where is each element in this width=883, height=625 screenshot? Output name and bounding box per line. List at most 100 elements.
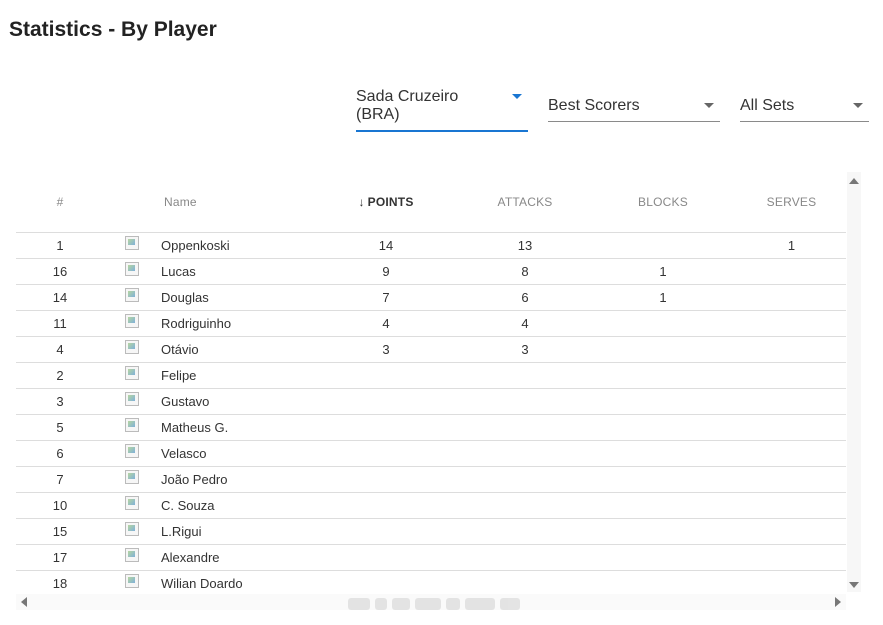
caret-down-icon (853, 103, 863, 108)
player-number: 4 (56, 342, 64, 357)
table-row: 15 L.Rigui (16, 519, 846, 545)
player-points: 4 (382, 316, 390, 331)
player-attacks (461, 415, 589, 441)
player-name: Otávio (161, 342, 199, 357)
player-attacks: 3 (521, 342, 529, 357)
player-photo-cell (104, 545, 139, 571)
column-header-name[interactable]: Name (104, 172, 311, 233)
player-photo-cell (104, 363, 139, 389)
player-name: Lucas (161, 264, 196, 279)
player-attacks (461, 493, 589, 519)
scroll-left-icon[interactable] (21, 597, 27, 607)
team-select[interactable]: Sada Cruzeiro (BRA) (356, 86, 528, 132)
broken-image-icon (125, 522, 139, 537)
player-points: 7 (382, 290, 390, 305)
column-header-serves[interactable]: SERVES (737, 172, 846, 233)
player-number: 16 (52, 264, 68, 279)
table-header-row: # Name ↓ POINTS ATTACKS BLOCKS SERVES (16, 172, 846, 233)
player-attacks: 8 (521, 264, 529, 279)
broken-image-icon (125, 496, 139, 511)
player-attacks (461, 545, 589, 571)
player-serves (737, 415, 846, 441)
column-header-points[interactable]: ↓ POINTS (311, 172, 461, 233)
stat-type-select[interactable]: Best Scorers (548, 95, 720, 122)
player-points (311, 441, 461, 467)
player-serves (737, 337, 846, 363)
player-name: Oppenkoski (161, 238, 230, 253)
column-header-number[interactable]: # (16, 172, 104, 233)
table-body: 1 Oppenkoski 14 13 1 16 Lucas 9 8 1 14 Douglas 7 6 1 11… (16, 233, 846, 593)
player-points (311, 389, 461, 415)
scroll-down-icon[interactable] (849, 582, 859, 588)
player-photo-cell (104, 389, 139, 415)
player-serves (737, 467, 846, 493)
player-stats-table-container: # Name ↓ POINTS ATTACKS BLOCKS SERVES 1 Op… (16, 172, 846, 592)
player-serves (737, 285, 846, 311)
broken-image-icon (125, 418, 139, 433)
player-attacks: 6 (521, 290, 529, 305)
player-name: Gustavo (161, 394, 210, 409)
player-attacks (461, 363, 589, 389)
player-number: 5 (56, 420, 64, 435)
broken-image-icon (125, 314, 139, 329)
player-number: 18 (52, 576, 68, 591)
player-serves (737, 311, 846, 337)
sets-select-value: All Sets (740, 97, 795, 114)
table-row: 11 Rodriguinho 4 4 (16, 311, 846, 337)
player-name: Velasco (161, 446, 207, 461)
player-photo-cell (104, 571, 139, 593)
vertical-scrollbar[interactable] (847, 172, 861, 592)
player-name: Felipe (161, 368, 197, 383)
player-blocks (589, 519, 737, 545)
broken-image-icon (125, 574, 139, 589)
player-serves (737, 519, 846, 545)
column-header-blocks[interactable]: BLOCKS (589, 172, 737, 233)
caret-down-icon (704, 103, 714, 108)
player-number: 3 (56, 394, 64, 409)
broken-image-icon (125, 262, 139, 277)
broken-image-icon (125, 548, 139, 563)
player-blocks (589, 467, 737, 493)
player-name: João Pedro (161, 472, 228, 487)
player-points (311, 519, 461, 545)
broken-image-icon (125, 340, 139, 355)
player-photo-cell (104, 233, 139, 259)
player-blocks (589, 441, 737, 467)
scroll-up-icon[interactable] (849, 178, 859, 184)
player-photo-cell (104, 285, 139, 311)
player-number: 17 (52, 550, 68, 565)
player-blocks (589, 337, 737, 363)
player-name: Alexandre (161, 550, 220, 565)
table-row: 2 Felipe (16, 363, 846, 389)
column-header-attacks[interactable]: ATTACKS (461, 172, 589, 233)
player-name: Rodriguinho (161, 316, 232, 331)
sets-select[interactable]: All Sets (740, 95, 869, 122)
caret-down-icon (512, 94, 522, 99)
player-attacks: 13 (517, 238, 533, 253)
player-blocks (589, 389, 737, 415)
player-serves (737, 389, 846, 415)
player-name: Douglas (161, 290, 209, 305)
player-serves: 1 (787, 238, 796, 253)
broken-image-icon (125, 392, 139, 407)
player-serves (737, 571, 846, 593)
player-points: 9 (382, 264, 390, 279)
player-name: L.Rigui (161, 524, 202, 539)
player-number: 6 (56, 446, 64, 461)
page-title: Statistics - By Player (9, 18, 217, 41)
player-photo-cell (104, 337, 139, 363)
table-row: 6 Velasco (16, 441, 846, 467)
broken-image-icon (125, 288, 139, 303)
broken-image-icon (125, 366, 139, 381)
player-blocks (589, 311, 737, 337)
player-points: 14 (378, 238, 394, 253)
scroll-right-icon[interactable] (835, 597, 841, 607)
player-number: 1 (56, 238, 64, 253)
team-select-value: Sada Cruzeiro (BRA) (356, 88, 459, 123)
player-blocks (589, 233, 737, 259)
player-photo-cell (104, 311, 139, 337)
player-points (311, 571, 461, 593)
player-blocks: 1 (659, 290, 667, 305)
table-row: 5 Matheus G. (16, 415, 846, 441)
player-name: C. Souza (161, 498, 215, 513)
